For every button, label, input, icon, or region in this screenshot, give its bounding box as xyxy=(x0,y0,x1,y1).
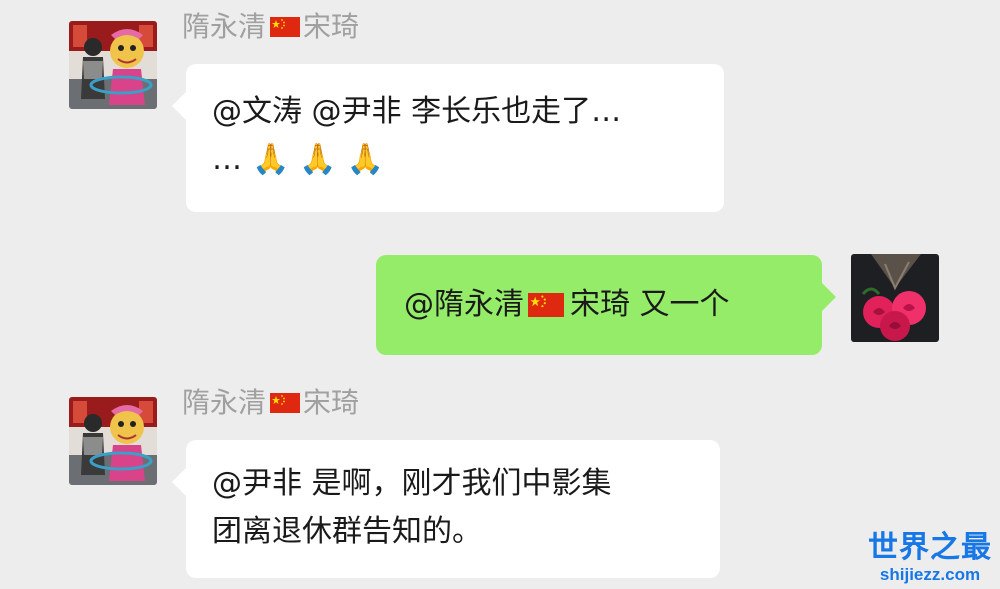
folded-hands-icon: 🙏 xyxy=(346,142,385,177)
sender-name-part2: 宋琦 xyxy=(303,10,360,43)
message-text: 宋琦 又一个 xyxy=(570,287,730,322)
sender-name: 隋永清 宋琦 xyxy=(182,386,359,420)
message-line: @尹非 是啊，刚才我们中影集 xyxy=(212,460,720,508)
china-flag-icon xyxy=(528,293,564,317)
message-text: @尹非 是啊，刚才我们中影集 xyxy=(212,466,612,501)
message-text: @文涛 @尹非 李长乐也走了… xyxy=(212,94,622,129)
folded-hands-icon: 🙏 xyxy=(299,142,337,177)
cartoon-avatar-image xyxy=(69,21,157,109)
sender-name-part2: 宋琦 xyxy=(303,386,360,419)
message-line: @文涛 @尹非 李长乐也走了… xyxy=(212,88,724,136)
message-bubble-self[interactable]: @隋永清 宋琦 又一个 xyxy=(376,255,836,355)
mention-text: @隋永清 xyxy=(404,287,524,322)
message-bubble[interactable]: @文涛 @尹非 李长乐也走了… … 🙏 🙏 🙏 xyxy=(172,64,724,212)
message-bubble[interactable]: @尹非 是啊，刚才我们中影集 团离退休群告知的。 xyxy=(172,440,720,578)
message-text: … xyxy=(212,142,242,177)
folded-hands-icon: 🙏 xyxy=(252,142,290,177)
china-flag-icon xyxy=(270,393,301,413)
cartoon-avatar-image xyxy=(69,397,157,485)
sender-avatar[interactable] xyxy=(69,21,157,109)
sender-name-part1: 隋永清 xyxy=(182,10,267,43)
message-line: 团离退休群告知的。 xyxy=(212,508,720,556)
rose-avatar-image xyxy=(851,254,939,342)
self-avatar[interactable] xyxy=(851,254,939,342)
watermark-url: shijiezz.com xyxy=(879,565,981,584)
message-line: @隋永清 宋琦 又一个 xyxy=(404,281,822,329)
sender-name: 隋永清 宋琦 xyxy=(182,10,359,44)
message-text: 团离退休群告知的。 xyxy=(212,514,482,549)
message-line: … 🙏 🙏 🙏 xyxy=(212,136,724,184)
watermark-title: 世界之最 xyxy=(868,531,992,564)
sender-name-part1: 隋永清 xyxy=(182,386,267,419)
sender-avatar[interactable] xyxy=(69,397,157,485)
china-flag-icon xyxy=(270,17,301,37)
watermark-logo: 世界之最 shijiezz.com xyxy=(868,531,992,585)
